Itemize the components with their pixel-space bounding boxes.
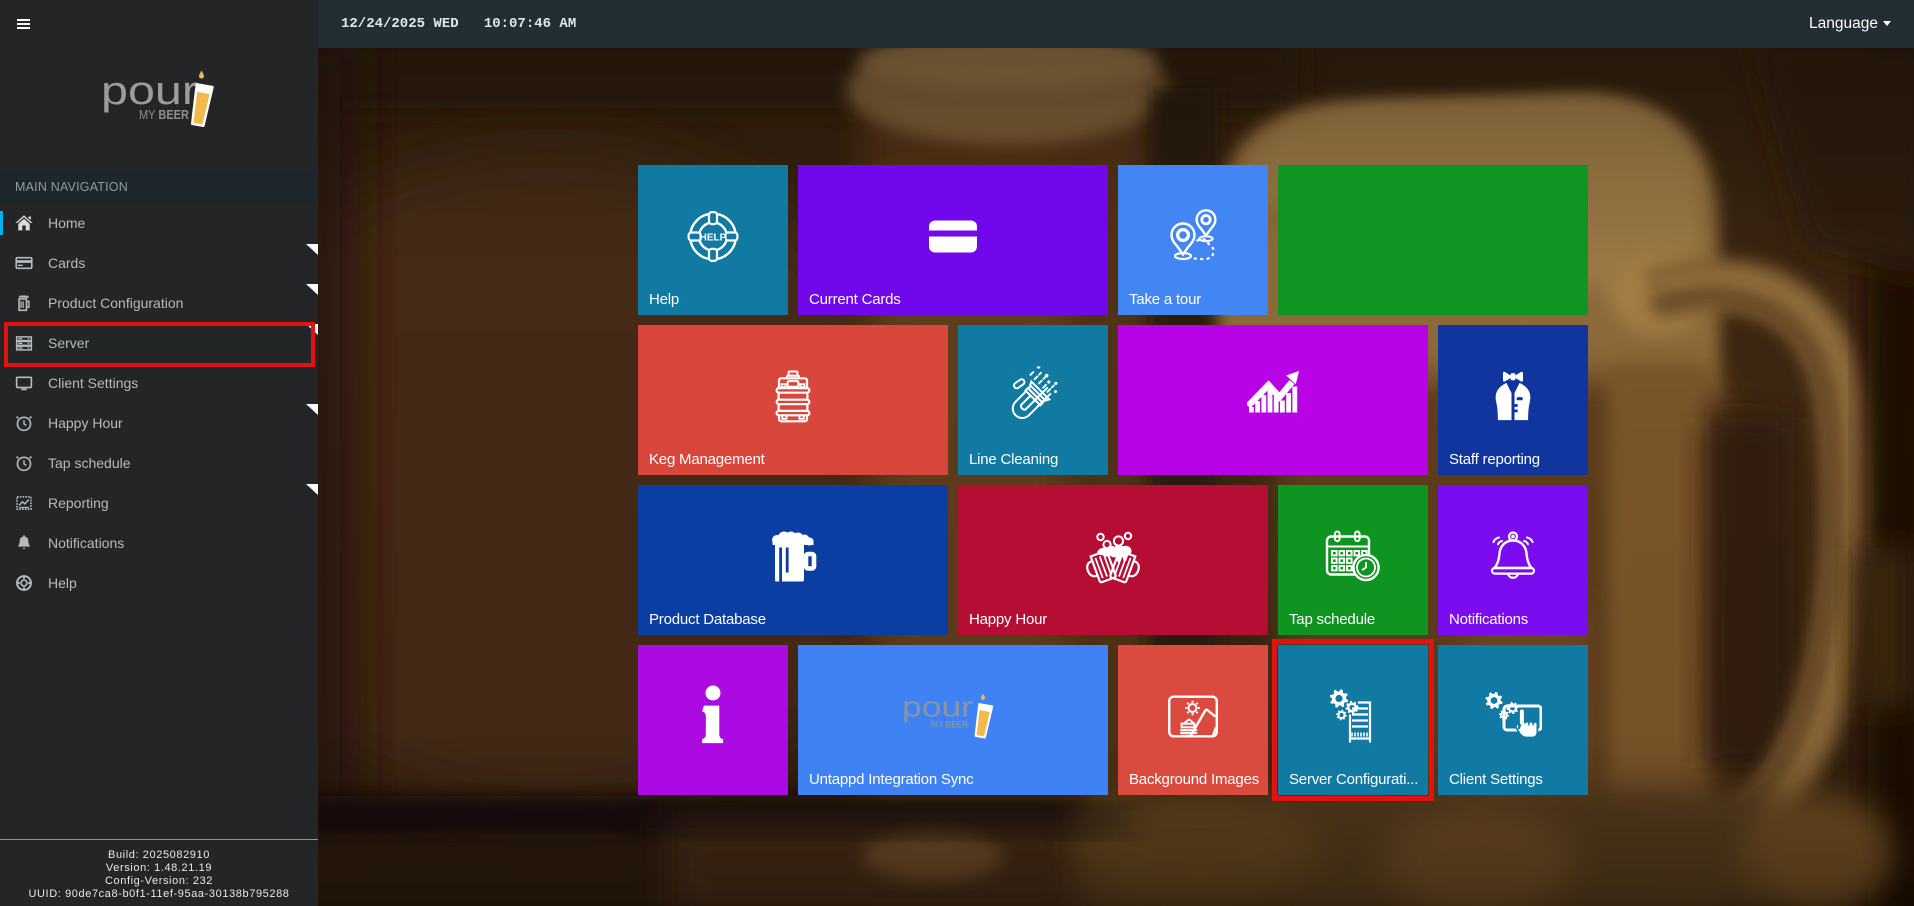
svg-text:HELP: HELP — [700, 232, 727, 243]
svg-text:MY BEER: MY BEER — [139, 108, 189, 122]
svg-text:pour: pour — [101, 69, 198, 113]
svg-text:MY BEER: MY BEER — [931, 720, 968, 731]
